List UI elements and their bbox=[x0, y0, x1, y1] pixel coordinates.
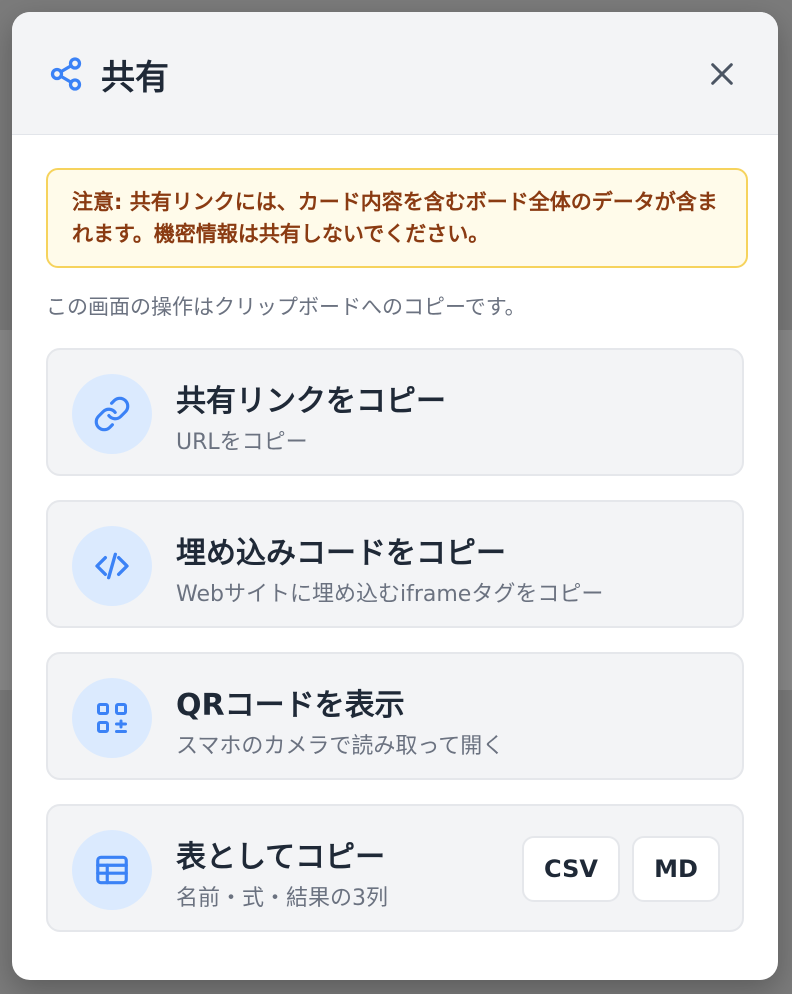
qr-code-icon bbox=[97, 703, 127, 733]
action-title: 埋め込みコードをコピー bbox=[176, 536, 506, 571]
show-qr-code-button[interactable]: QRコードを表示 スマホのカメラで読み取って開く bbox=[46, 652, 744, 780]
qr-code-icon-badge bbox=[72, 678, 152, 758]
table-icon bbox=[96, 855, 128, 885]
code-icon-badge bbox=[72, 526, 152, 606]
copy-as-table-row: 表としてコピー 名前・式・結果の3列 CSV MD bbox=[46, 804, 744, 932]
share-dialog: 共有 注意: 共有リンクには、カード内容を含むボード全体のデータが含まれます。機… bbox=[12, 12, 778, 980]
close-button[interactable] bbox=[702, 54, 742, 94]
clipboard-note: この画面の操作はクリップボードへのコピーです。 bbox=[46, 295, 526, 319]
warning-notice: 注意: 共有リンクには、カード内容を含むボード全体のデータが含まれます。機密情報… bbox=[46, 168, 748, 268]
action-title: 表としてコピー bbox=[176, 840, 386, 875]
action-title: QRコードを表示 bbox=[176, 688, 405, 723]
action-subtitle: Webサイトに埋め込むiframeタグをコピー bbox=[176, 582, 604, 607]
copy-share-link-button[interactable]: 共有リンクをコピー URLをコピー bbox=[46, 348, 744, 476]
dialog-header: 共有 bbox=[12, 12, 778, 135]
action-subtitle: スマホのカメラで読み取って開く bbox=[176, 734, 505, 759]
copy-embed-code-button[interactable]: 埋め込みコードをコピー Webサイトに埋め込むiframeタグをコピー bbox=[46, 500, 744, 628]
share-icon bbox=[50, 57, 82, 91]
link-icon bbox=[94, 396, 130, 432]
action-subtitle: 名前・式・結果の3列 bbox=[176, 886, 388, 911]
action-title: 共有リンクをコピー bbox=[176, 384, 446, 419]
link-icon-badge bbox=[72, 374, 152, 454]
close-icon bbox=[711, 63, 733, 85]
dialog-body: 注意: 共有リンクには、カード内容を含むボード全体のデータが含まれます。機密情報… bbox=[12, 135, 778, 932]
copy-csv-button[interactable]: CSV bbox=[522, 836, 620, 902]
copy-markdown-button[interactable]: MD bbox=[632, 836, 720, 902]
dialog-title: 共有 bbox=[101, 58, 169, 98]
code-icon bbox=[95, 552, 129, 580]
table-icon-badge bbox=[72, 830, 152, 910]
action-subtitle: URLをコピー bbox=[176, 430, 308, 455]
